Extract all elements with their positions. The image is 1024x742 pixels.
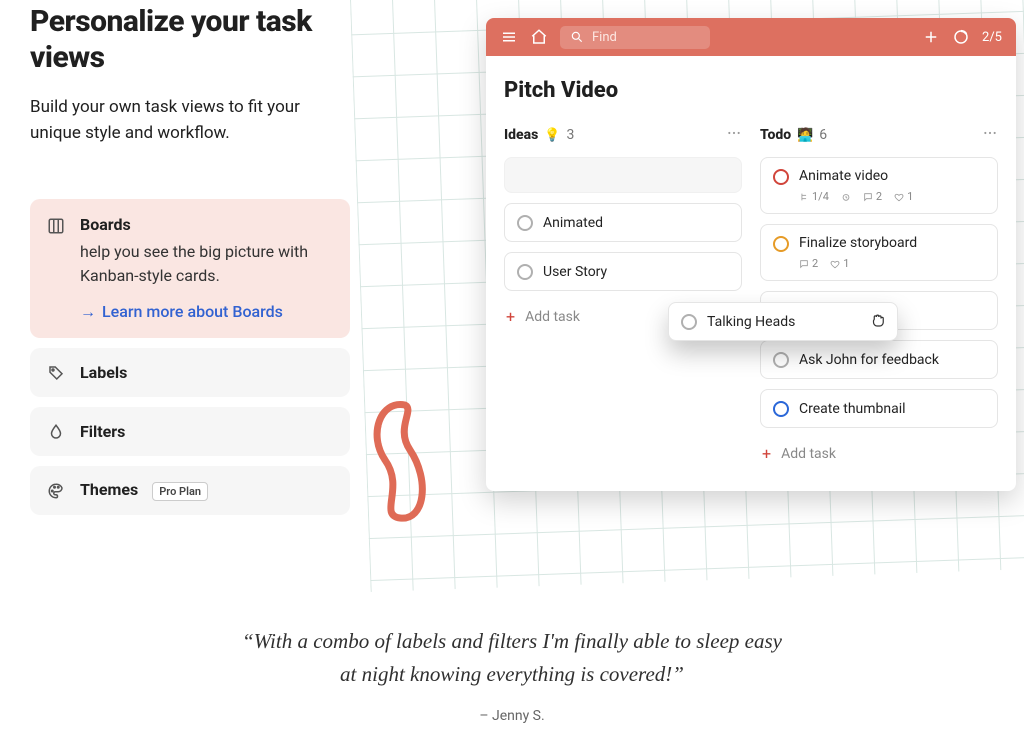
plus-icon[interactable] — [922, 28, 940, 46]
card-title: Finalize storyboard — [799, 235, 985, 251]
headline: Personalize your task views — [30, 4, 350, 76]
card-title: User Story — [543, 264, 607, 280]
card-title: Ask John for feedback — [799, 352, 939, 368]
column-todo-menu[interactable] — [982, 125, 998, 145]
card-animated[interactable]: Animated — [504, 203, 742, 242]
app-window: Find 2/5 Pitch Video Ideas 💡 3 — [486, 18, 1016, 491]
subheadline: Build your own task views to fit your un… — [30, 94, 350, 147]
card-user-story[interactable]: User Story — [504, 252, 742, 291]
feature-themes-name: Themes — [80, 480, 138, 499]
feature-filters-name: Filters — [80, 422, 125, 441]
column-ideas-name: Ideas — [504, 127, 538, 143]
paperclip-decoration — [360, 390, 440, 530]
titlebar: Find 2/5 — [486, 18, 1016, 56]
task-checkbox[interactable] — [773, 236, 789, 252]
column-ideas: Ideas 💡 3 Animated User Story — [504, 125, 742, 467]
progress-score: 2/5 — [982, 30, 1002, 45]
task-checkbox[interactable] — [517, 264, 533, 280]
reminder-badge — [841, 190, 851, 203]
dragging-card-talking-heads[interactable]: Talking Heads — [668, 302, 898, 341]
grab-cursor-icon — [869, 311, 887, 333]
palette-icon — [46, 481, 66, 501]
card-title: Animate video — [799, 168, 913, 184]
card-create-thumbnail[interactable]: Create thumbnail — [760, 389, 998, 428]
card-title: Create thumbnail — [799, 401, 906, 417]
task-checkbox[interactable] — [517, 215, 533, 231]
column-todo: Todo 🧑‍💻 6 Animate video 1/4 — [760, 125, 998, 467]
feature-boards[interactable]: Boards help you see the big picture with… — [30, 199, 350, 338]
comments-badge: 2 — [799, 257, 818, 270]
column-ideas-count: 3 — [566, 127, 574, 143]
card-title: Animated — [543, 215, 603, 231]
column-todo-count: 6 — [819, 127, 827, 143]
feature-boards-desc: help you see the big picture with Kanban… — [80, 240, 332, 288]
task-checkbox[interactable] — [681, 314, 697, 330]
home-icon[interactable] — [530, 28, 548, 46]
card-placeholder — [504, 157, 742, 193]
subtasks-badge: 1/4 — [799, 190, 829, 203]
learn-more-boards-label: Learn more about Boards — [102, 302, 283, 321]
comments-badge: 2 — [863, 190, 882, 203]
project-title: Pitch Video — [504, 78, 998, 103]
add-task-todo[interactable]: + Add task — [760, 440, 998, 467]
task-checkbox[interactable] — [773, 352, 789, 368]
pro-plan-badge: Pro Plan — [152, 482, 208, 501]
person-icon: 🧑‍💻 — [797, 128, 813, 143]
card-finalize-storyboard[interactable]: Finalize storyboard 2 1 — [760, 224, 998, 281]
likes-badge: 1 — [894, 190, 913, 203]
card-ask-john[interactable]: Ask John for feedback — [760, 340, 998, 379]
arrow-right-icon: → — [80, 302, 96, 322]
task-checkbox[interactable] — [773, 401, 789, 417]
feature-boards-name: Boards — [80, 215, 332, 234]
feature-filters[interactable]: Filters — [30, 407, 350, 456]
search-icon — [570, 30, 584, 44]
column-ideas-menu[interactable] — [726, 125, 742, 145]
feature-labels[interactable]: Labels — [30, 348, 350, 397]
lightbulb-icon: 💡 — [544, 128, 560, 143]
plus-icon: + — [762, 444, 771, 463]
card-title: Talking Heads — [707, 314, 795, 330]
tag-icon — [46, 363, 66, 383]
search-placeholder: Find — [592, 30, 617, 45]
progress-ring-icon[interactable] — [952, 28, 970, 46]
hamburger-icon[interactable] — [500, 28, 518, 46]
add-task-label: Add task — [781, 446, 836, 462]
feature-themes[interactable]: Themes Pro Plan — [30, 466, 350, 515]
column-todo-name: Todo — [760, 127, 791, 143]
testimonial-quote: “With a combo of labels and filters I'm … — [232, 625, 792, 692]
learn-more-boards-link[interactable]: → Learn more about Boards — [80, 302, 283, 322]
likes-badge: 1 — [830, 257, 849, 270]
search-field[interactable]: Find — [560, 26, 710, 49]
feature-labels-name: Labels — [80, 363, 127, 382]
testimonial-author: – Jenny S. — [0, 708, 1024, 724]
plus-icon: + — [506, 307, 515, 326]
droplet-icon — [46, 422, 66, 442]
task-checkbox[interactable] — [773, 169, 789, 185]
card-animate-video[interactable]: Animate video 1/4 2 1 — [760, 157, 998, 214]
boards-icon — [46, 216, 66, 236]
add-task-label: Add task — [525, 309, 580, 325]
